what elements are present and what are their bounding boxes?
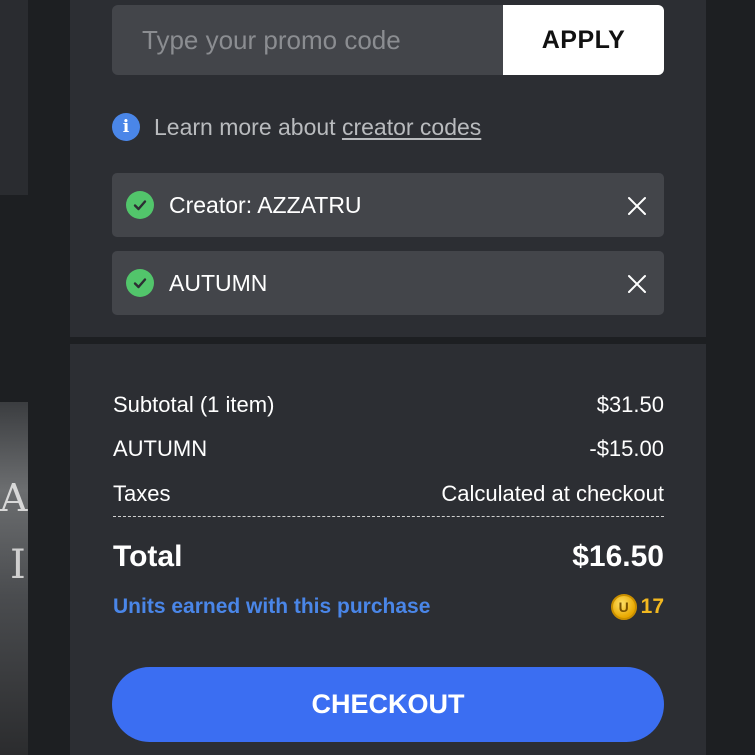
creator-codes-info: i Learn more about creator codes — [112, 112, 481, 142]
total-row: Total $16.50 — [113, 540, 664, 574]
close-icon[interactable] — [626, 195, 648, 217]
units-label: Units earned with this purchase — [113, 595, 431, 618]
applied-code-chip: Creator: AZZATRU — [112, 173, 664, 237]
units-row: Units earned with this purchase U 17 — [113, 594, 664, 620]
checkout-button[interactable]: CHECKOUT — [112, 667, 664, 742]
total-value: $16.50 — [572, 540, 664, 573]
apply-button[interactable]: APPLY — [503, 5, 664, 75]
subtotal-label: Subtotal (1 item) — [113, 392, 275, 417]
applied-code-chip: AUTUMN — [112, 251, 664, 315]
promo-code-row: APPLY — [112, 5, 664, 75]
taxes-row: Taxes Calculated at checkout — [113, 481, 664, 507]
total-label: Total — [113, 540, 183, 573]
creator-codes-link[interactable]: creator codes — [342, 114, 481, 140]
game-art-letter: A — [0, 476, 28, 520]
promo-code-input[interactable] — [112, 5, 503, 75]
dashed-divider — [113, 516, 664, 517]
applied-code-label: Creator: AZZATRU — [169, 191, 362, 218]
subtotal-row: Subtotal (1 item) $31.50 — [113, 392, 664, 418]
discount-label: AUTUMN — [113, 436, 208, 461]
taxes-label: Taxes — [113, 481, 171, 506]
close-icon[interactable] — [626, 273, 648, 295]
background-game-art: A I — [0, 402, 28, 755]
applied-code-label: AUTUMN — [169, 269, 268, 296]
learn-more-text: Learn more about — [154, 113, 342, 140]
background-card — [0, 0, 28, 195]
check-icon — [126, 191, 154, 219]
game-art-letter: I — [10, 542, 26, 588]
coin-icon: U — [610, 594, 637, 620]
check-icon — [126, 269, 154, 297]
discount-row: AUTUMN -$15.00 — [113, 436, 664, 462]
discount-value: -$15.00 — [589, 436, 664, 461]
units-value: 17 — [640, 595, 664, 618]
units-earned: U 17 — [610, 594, 664, 620]
taxes-value: Calculated at checkout — [441, 481, 664, 506]
subtotal-value: $31.50 — [596, 392, 664, 417]
info-icon: i — [112, 113, 140, 141]
